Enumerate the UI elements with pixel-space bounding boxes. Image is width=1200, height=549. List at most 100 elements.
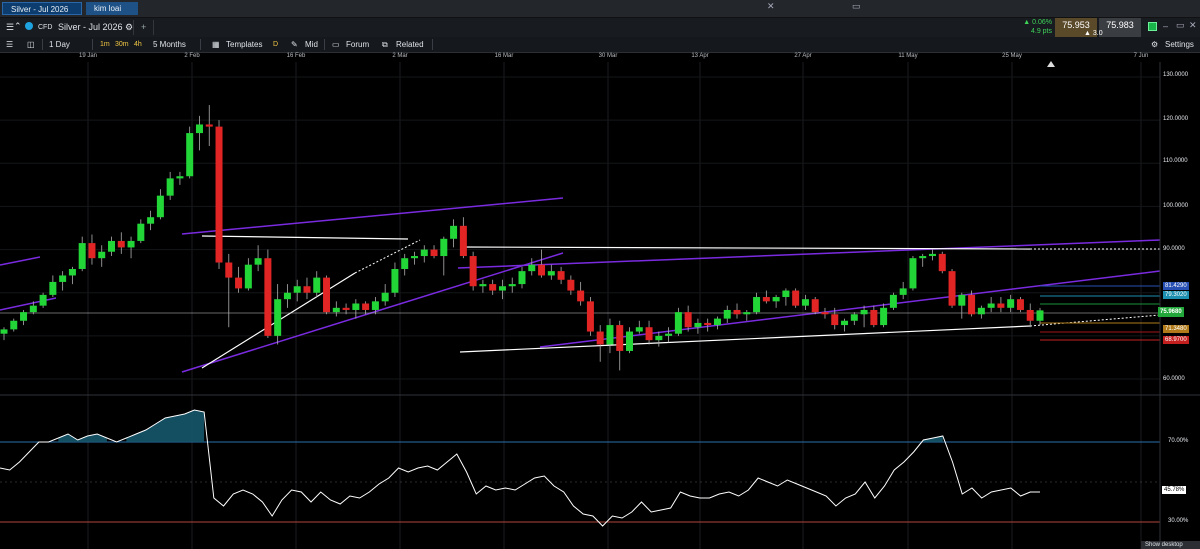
ask-price-button[interactable]: 75.983 [1099,18,1141,37]
close-icon[interactable]: ✕ [1189,20,1197,31]
divider [432,39,433,50]
trendline-purple[interactable] [0,256,41,266]
candle-up [606,325,614,345]
panel-collapse-icon[interactable]: ⌃ [14,20,22,33]
candle-up [665,333,673,336]
candle-up [29,305,37,313]
maximize-icon[interactable]: ▭ [1176,20,1185,31]
trendline-purple[interactable] [457,239,1161,269]
candle-up [127,240,135,248]
candle-up [39,294,47,306]
level-pill-blue: 81.4290 [1163,282,1189,290]
maximize-icon[interactable]: ▭ [852,1,861,12]
candle-up [381,292,389,302]
candle-up [713,318,721,326]
trendline-white[interactable] [354,239,421,274]
interval-select[interactable]: 1 Day [49,39,70,50]
candle-down [235,277,243,289]
trendline-purple[interactable] [181,252,564,373]
candle-up [850,314,858,321]
date-tick: 7 Jun [1133,53,1149,59]
timeframe-30m[interactable]: 30m [115,39,129,50]
candle-down [1016,299,1024,310]
chart-toolbar: ☰ ◫ 1 Day 1m 30m 4h 5 Months ▦ Templates… [0,37,1200,53]
candle-up [801,299,809,306]
candle-up [371,301,379,310]
minimize-icon[interactable]: – [1163,21,1168,31]
candle-up [137,223,145,241]
candle-down [586,301,594,332]
settings-gear-icon[interactable]: ⚙ [125,21,133,34]
chart-type-icon[interactable]: ◫ [27,39,35,50]
candle-up [635,327,643,332]
show-desktop-button[interactable]: Show desktop [1141,541,1200,549]
candle-up [283,292,291,300]
candle-down [968,294,976,315]
candle-up [479,284,487,287]
candle-up [254,258,262,265]
candle-down [831,314,839,326]
date-axis: 19 Jan 2 Feb 16 Feb 2 Mar 16 Mar 30 Mar … [0,52,1200,62]
trendline-white[interactable] [201,235,409,240]
price-type-select[interactable]: Mid [305,39,318,50]
timeframe-1m[interactable]: 1m [100,39,110,50]
timeframe-4h[interactable]: 4h [134,39,142,50]
settings-gear-icon[interactable]: ⚙ [1151,39,1158,50]
close-icon[interactable]: ✕ [767,1,775,12]
quote-change: ▲ 0.06% 4.9 pts [1012,18,1052,37]
candle-down [362,303,370,310]
trendline-purple[interactable] [181,197,564,235]
level-pill-cyan: 79.3020 [1163,291,1189,299]
candle-up [782,290,790,298]
current-price-pill: 75.9680 [1158,307,1184,317]
grid [0,62,1160,549]
tab-bar: Silver - Jul 2026 kim loai ✕ ▭ [0,0,1200,18]
candle-down [938,253,946,272]
change-percent: ▲ 0.06% [1023,19,1052,26]
candle-up [899,288,907,295]
candle-down [430,249,438,257]
add-symbol-button[interactable]: + [141,21,146,34]
candle-up [313,277,321,293]
candle-up [919,256,927,259]
price-chart[interactable] [0,62,1200,549]
candle-up [156,195,164,218]
trade-icon[interactable] [1148,22,1157,31]
candle-up [841,320,849,326]
templates-button[interactable]: Templates [226,39,262,50]
tab-kim-loai[interactable]: kim loai [86,2,138,15]
indicator-value-pill: 45.78% [1162,486,1187,494]
period-select[interactable]: 5 Months [153,39,186,50]
candle-up [147,217,155,224]
candle-up [909,258,917,289]
candle-up [410,256,418,259]
candle-down [323,277,331,313]
candle-down [645,327,653,341]
candle-down [1026,309,1034,321]
date-tick: 30 Mar [598,53,618,59]
candle-down [596,331,604,345]
settings-button[interactable]: Settings [1165,39,1194,50]
instrument-name[interactable]: Silver - Jul 2026 [58,21,123,34]
candle-up [508,284,516,287]
candle-up [528,264,536,272]
trendline-white[interactable] [459,325,1031,353]
related-button[interactable]: Related [396,39,424,50]
candle-up [1036,310,1044,321]
change-points: 4.9 pts [1030,28,1052,35]
price-tick: 120.0000 [1163,116,1189,122]
panel-menu-icon[interactable]: ☰ [6,21,14,34]
candle-down [303,286,311,293]
candle-down [616,325,624,351]
candle-up [753,297,761,313]
candle-up [674,312,682,334]
menu-icon[interactable]: ☰ [6,39,13,50]
date-tick: 16 Feb [286,53,306,59]
draw-button[interactable]: D [273,39,278,50]
tab-silver[interactable]: Silver - Jul 2026 [2,2,82,15]
candle-down [870,309,878,326]
level-pill-orange: 71.3480 [1163,325,1189,333]
trendline-purple[interactable] [0,297,57,311]
draw-pencil-icon[interactable]: ✎ [291,39,298,50]
forum-button[interactable]: Forum [346,39,369,50]
